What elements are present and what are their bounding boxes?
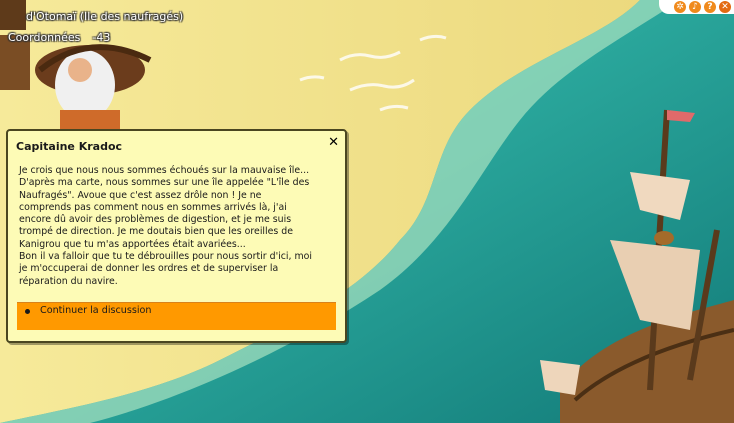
coordinates-readout: Coordonnées -43: [8, 31, 110, 44]
map-location-label: d'Otomaï (Ile des naufragés): [26, 10, 184, 23]
coordinates-value: -43: [92, 31, 111, 44]
npc-speech-text: Je crois que nous nous sommes échoués su…: [19, 165, 312, 287]
help-icon[interactable]: ?: [704, 1, 716, 13]
top-right-button-bar: ✲ ♪ ? ✕: [659, 0, 734, 14]
close-icon[interactable]: ✕: [719, 1, 731, 13]
settings-icon[interactable]: ✲: [674, 1, 686, 13]
dialog-reply-option[interactable]: Continuer la discussion: [17, 302, 336, 330]
npc-name: Capitaine Kradoc: [16, 140, 123, 153]
bullet-icon: [25, 309, 30, 314]
dialog-close-icon[interactable]: ✕: [328, 135, 339, 150]
coordinates-label: Coordonnées: [8, 31, 81, 44]
sound-icon[interactable]: ♪: [689, 1, 701, 13]
npc-dialog: ✕ Capitaine Kradoc Je crois que nous nou…: [6, 129, 347, 343]
reply-label: Continuer la discussion: [40, 305, 152, 316]
